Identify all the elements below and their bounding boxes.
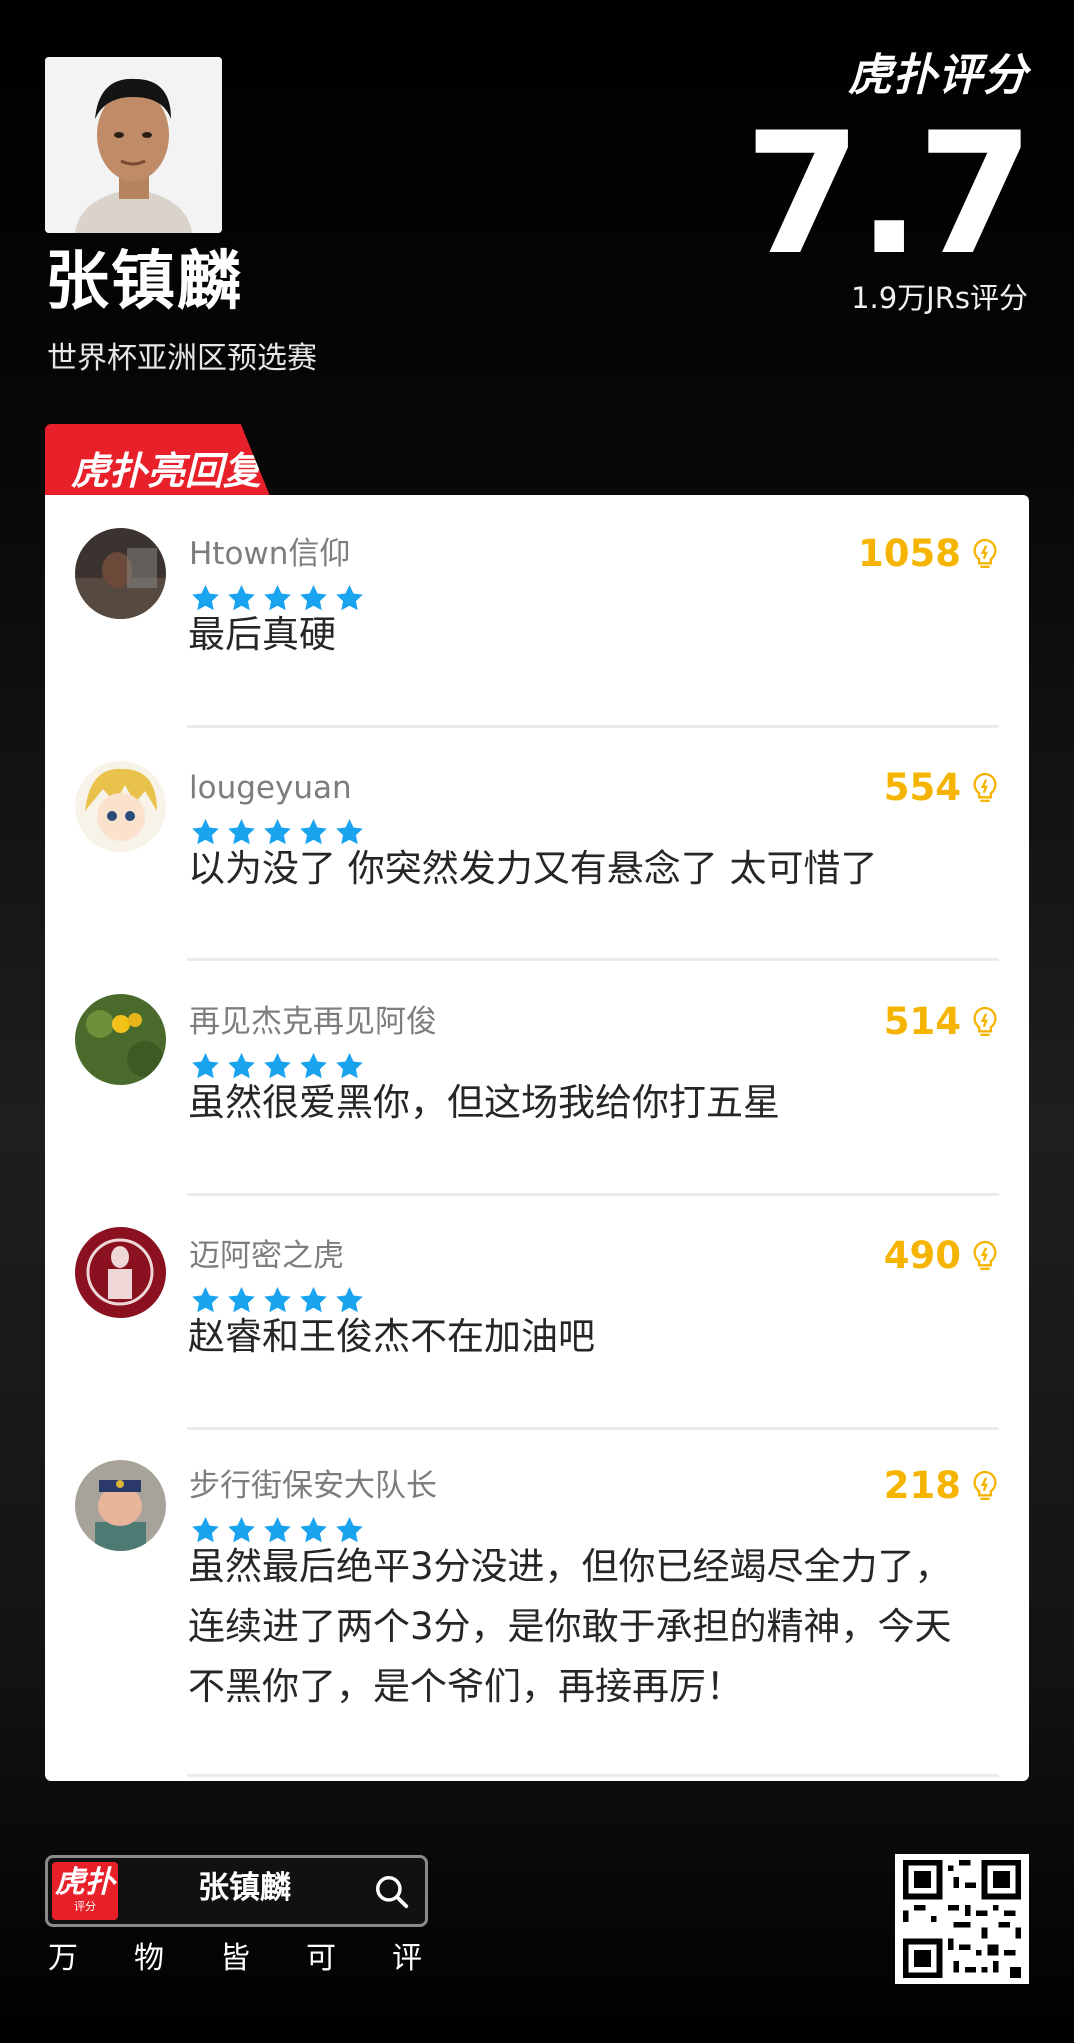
hupu-rating-logo: 虎扑评分 xyxy=(848,50,1028,101)
slogan-char: 评 xyxy=(392,1941,422,1976)
comment-text-line: 连续进了两个3分，是你敢于承担的精神，今天 xyxy=(188,1605,952,1648)
search-box[interactable]: 虎扑 评分 张镇麟 xyxy=(45,1855,428,1927)
username[interactable]: Htown信仰 xyxy=(189,539,350,570)
player-name: 张镇麟 xyxy=(45,245,243,319)
slogan-char: 万 xyxy=(48,1941,78,1976)
comments-card: Htown信仰 1058 最后真硬 lougeyuan 554 以为没了 你突然… xyxy=(45,495,1029,1781)
search-icon[interactable] xyxy=(373,1873,411,1911)
comment-text-line: 虽然最后绝平3分没进，但你已经竭尽全力了， xyxy=(188,1545,952,1588)
rating-count: 1.9万JRs评分 xyxy=(851,281,1028,315)
slogan-char: 可 xyxy=(306,1941,336,1976)
like-count-value: 1058 xyxy=(858,532,961,575)
comment-text: 虽然最后绝平3分没进，但你已经竭尽全力了， 连续进了两个3分，是你敢于承担的精神… xyxy=(188,1537,1008,1717)
divider xyxy=(187,1427,999,1430)
like-count-value: 490 xyxy=(883,1234,961,1277)
search-query[interactable]: 张镇麟 xyxy=(198,1873,291,1904)
like-count[interactable]: 218 xyxy=(884,1467,999,1504)
comment-text-line: 不黑你了，是个爷们，再接再厉！ xyxy=(188,1665,743,1708)
divider xyxy=(187,1774,999,1777)
hupu-app-logo: 虎扑 评分 xyxy=(52,1862,118,1920)
comment-text: 最后真硬 xyxy=(188,613,336,656)
avatar xyxy=(75,528,166,619)
qr-code-icon xyxy=(895,1854,1029,1984)
lightbulb-icon xyxy=(973,538,997,568)
username[interactable]: 迈阿密之虎 xyxy=(189,1241,344,1272)
comment-text: 虽然很爱黑你，但这场我给你打五星 xyxy=(188,1081,780,1124)
player-photo xyxy=(45,57,222,233)
like-count[interactable]: 490 xyxy=(884,1237,999,1274)
divider xyxy=(187,1193,999,1196)
like-count-value: 554 xyxy=(883,766,961,809)
like-count-value: 218 xyxy=(883,1464,961,1507)
like-count[interactable]: 1058 xyxy=(858,535,999,572)
avatar xyxy=(75,994,166,1085)
comment-text: 以为没了 你突然发力又有悬念了 太可惜了 xyxy=(188,847,878,890)
lightbulb-icon xyxy=(973,1470,997,1500)
divider xyxy=(187,958,999,961)
highlight-replies-tab: 虎扑亮回复 xyxy=(45,424,270,496)
username[interactable]: lougeyuan xyxy=(189,773,352,804)
lightbulb-icon xyxy=(973,772,997,802)
slogan-char: 皆 xyxy=(220,1941,250,1976)
comment-text: 赵睿和王俊杰不在加油吧 xyxy=(188,1315,595,1358)
divider xyxy=(187,725,999,728)
highlight-replies-label: 虎扑亮回复 xyxy=(71,449,262,493)
slogan: 万 物 皆 可 评 xyxy=(48,1944,422,1974)
lightbulb-icon xyxy=(973,1240,997,1270)
lightbulb-icon xyxy=(973,1006,997,1036)
like-count[interactable]: 554 xyxy=(884,769,999,806)
like-count[interactable]: 514 xyxy=(884,1003,999,1040)
slogan-char: 物 xyxy=(134,1941,164,1976)
overall-score: 7.7 xyxy=(744,96,1034,292)
like-count-value: 514 xyxy=(883,1000,961,1043)
avatar xyxy=(75,1227,166,1318)
username[interactable]: 再见杰克再见阿俊 xyxy=(189,1007,437,1038)
username[interactable]: 步行街保安大队长 xyxy=(189,1471,437,1502)
avatar xyxy=(75,761,166,852)
avatar xyxy=(75,1460,166,1551)
event-name: 世界杯亚洲区预选赛 xyxy=(47,341,317,376)
